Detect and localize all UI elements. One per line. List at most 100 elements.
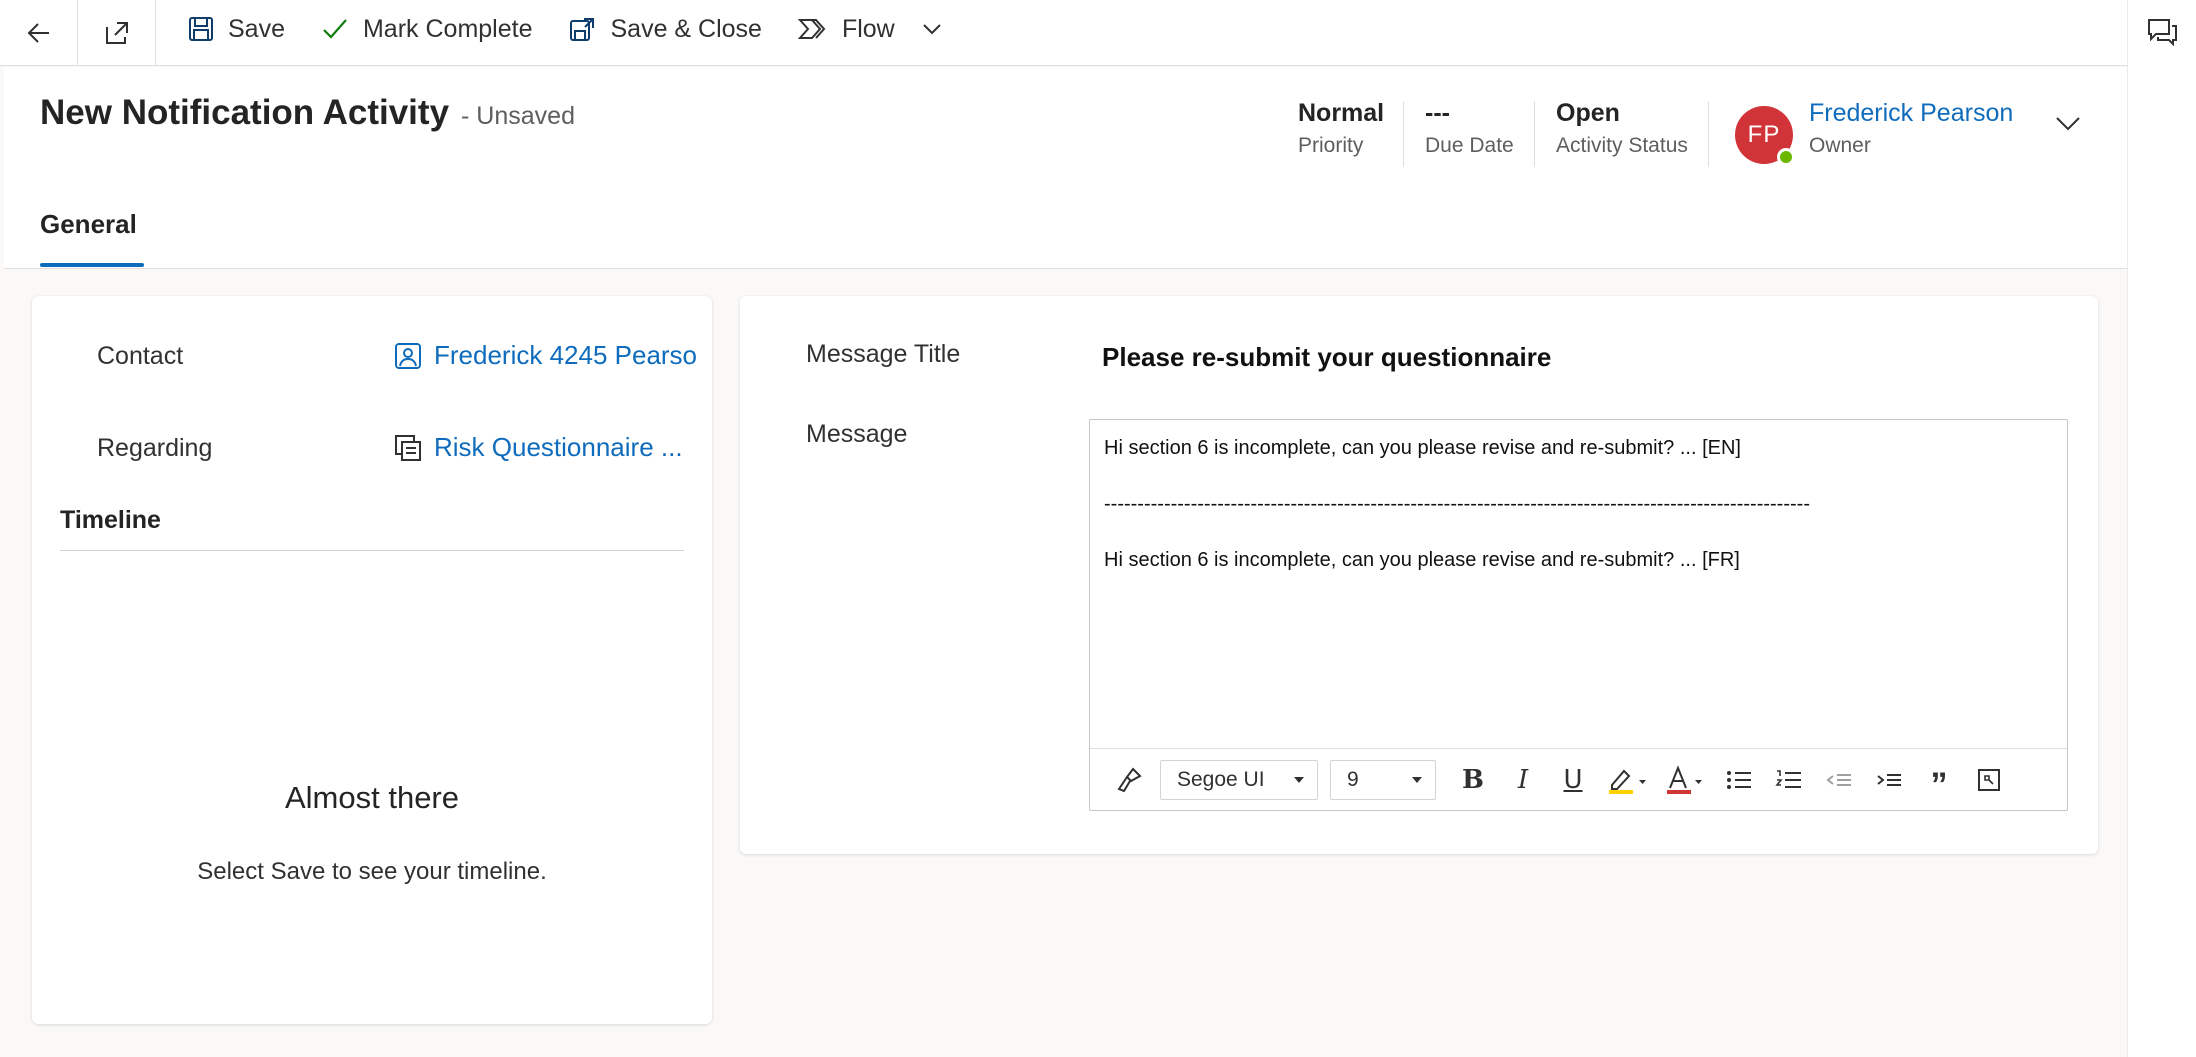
regarding-lookup-link[interactable]: Risk Questionnaire ...: [394, 432, 683, 463]
tab-general[interactable]: General: [40, 209, 137, 240]
header-divider: [1403, 101, 1404, 167]
right-side-rail: [2127, 0, 2196, 1057]
underline-icon: U: [1563, 764, 1583, 795]
italic-button[interactable]: I: [1498, 758, 1548, 802]
back-button[interactable]: [0, 0, 78, 65]
contact-value: Frederick 4245 Pearso: [434, 340, 698, 370]
title-area: New Notification Activity - Unsaved: [40, 93, 575, 133]
save-label: Save: [228, 14, 285, 43]
record-icon: [395, 434, 421, 461]
tab-selected-indicator: [40, 263, 144, 267]
regarding-label: Regarding: [97, 434, 213, 462]
highlighter-icon: [1609, 769, 1646, 794]
open-in-new-window-icon: [105, 21, 128, 44]
font-family-select[interactable]: Segoe UI: [1160, 759, 1318, 800]
rich-text-editor: Hi section 6 is incomplete, can you plea…: [1089, 419, 2068, 811]
save-and-close-button[interactable]: Save & Close: [550, 0, 779, 58]
flow-button[interactable]: Flow: [780, 0, 963, 58]
format-painter-icon: [1117, 766, 1142, 792]
timeline-divider: [60, 550, 684, 551]
bold-icon: B: [1462, 764, 1484, 795]
bulleted-list-button[interactable]: [1714, 758, 1764, 802]
header-divider: [1534, 101, 1535, 167]
regarding-value: Risk Questionnaire ...: [434, 432, 683, 462]
bulleted-list-icon: [1727, 770, 1751, 789]
command-bar: Save Mark Complete Save & Close Flow: [0, 0, 2127, 66]
back-arrow-icon: [27, 22, 49, 43]
save-and-close-label: Save & Close: [610, 14, 762, 43]
save-and-close-icon: [570, 18, 595, 41]
flow-label: Flow: [841, 14, 895, 43]
message-label: Message: [806, 420, 908, 448]
message-card: Message Title Please re-submit your ques…: [740, 296, 2098, 854]
bold-button[interactable]: B: [1448, 758, 1498, 802]
save-icon: [189, 17, 213, 41]
owner-label: Owner: [1809, 134, 1871, 157]
app-window: Save Mark Complete Save & Close Flow New…: [0, 0, 2127, 1057]
unsaved-indicator: - Unsaved: [461, 102, 575, 130]
priority-label: Priority: [1298, 134, 1364, 157]
dropdown-arrow-icon: [1294, 776, 1304, 783]
due-date-field[interactable]: --- Due Date: [1425, 99, 1514, 158]
message-divider-line: ----------------------------------------…: [1104, 493, 1810, 515]
expand-toolbar-icon: [1978, 768, 2000, 791]
font-color-icon: [1667, 764, 1702, 794]
due-date-label: Due Date: [1425, 134, 1514, 157]
format-painter-button[interactable]: [1104, 758, 1154, 802]
message-title-label: Message Title: [806, 340, 961, 368]
font-color-button[interactable]: [1656, 758, 1714, 802]
form-header: New Notification Activity - Unsaved Norm…: [4, 67, 2127, 269]
expand-header-button[interactable]: [2048, 103, 2088, 143]
flow-icon: [797, 19, 826, 39]
editor-toolbar: Segoe UI 9 B I U ”: [1090, 748, 2067, 810]
chat-icon: [2148, 19, 2177, 47]
page-title: New Notification Activity: [40, 93, 450, 132]
checkmark-icon: [323, 19, 347, 39]
owner-link[interactable]: Frederick Pearson: [1809, 99, 2013, 128]
save-button[interactable]: Save: [170, 0, 303, 58]
more-formatting-button[interactable]: [1964, 758, 2014, 802]
due-date-value: ---: [1425, 99, 1450, 127]
increase-indent-button[interactable]: [1864, 758, 1914, 802]
block-quote-button[interactable]: ”: [1914, 758, 1964, 802]
highlight-color-button[interactable]: [1598, 758, 1656, 802]
header-divider: [1708, 101, 1709, 167]
open-in-new-window-button[interactable]: [78, 0, 156, 65]
font-size-value: 9: [1347, 767, 1359, 791]
priority-value: Normal: [1298, 99, 1385, 127]
message-line-fr: Hi section 6 is incomplete, can you plea…: [1104, 549, 1740, 571]
dropdown-arrow-icon: [1412, 776, 1422, 783]
mark-complete-button[interactable]: Mark Complete: [303, 0, 551, 58]
underline-button[interactable]: U: [1548, 758, 1598, 802]
font-family-value: Segoe UI: [1177, 767, 1265, 791]
chat-button[interactable]: [2144, 14, 2180, 50]
timeline-empty-message: Select Save to see your timeline.: [197, 858, 547, 885]
summary-card: Contact Frederick 4245 Pearso Regarding …: [32, 296, 712, 1024]
contact-label: Contact: [97, 342, 184, 370]
activity-status-label: Activity Status: [1556, 134, 1688, 157]
decrease-indent-button[interactable]: [1814, 758, 1864, 802]
timeline-title: Timeline: [60, 506, 161, 534]
message-title-field[interactable]: Please re-submit your questionnaire: [1102, 342, 1551, 373]
italic-icon: I: [1517, 764, 1529, 795]
timeline-empty-title: Almost there: [284, 780, 459, 815]
chevron-down-icon: [2056, 117, 2080, 131]
presence-status-dot: [1777, 148, 1795, 166]
priority-field[interactable]: Normal Priority: [1298, 99, 1384, 158]
chevron-down-icon: [923, 24, 941, 35]
mark-complete-label: Mark Complete: [362, 14, 533, 43]
increase-indent-icon: [1877, 773, 1901, 786]
decrease-indent-icon: [1826, 773, 1851, 786]
activity-status-value: Open: [1556, 99, 1620, 127]
message-line-en: Hi section 6 is incomplete, can you plea…: [1104, 437, 1741, 459]
contact-lookup-link[interactable]: Frederick 4245 Pearso: [394, 340, 697, 371]
owner-field: Frederick Pearson Owner: [1809, 99, 2013, 158]
numbered-list-button[interactable]: [1764, 758, 1814, 802]
activity-status-field[interactable]: Open Activity Status: [1556, 99, 1688, 158]
quote-icon: ”: [1930, 765, 1948, 804]
contact-icon: [395, 342, 421, 369]
font-size-select[interactable]: 9: [1330, 759, 1436, 800]
message-body-editor[interactable]: Hi section 6 is incomplete, can you plea…: [1090, 420, 2067, 748]
